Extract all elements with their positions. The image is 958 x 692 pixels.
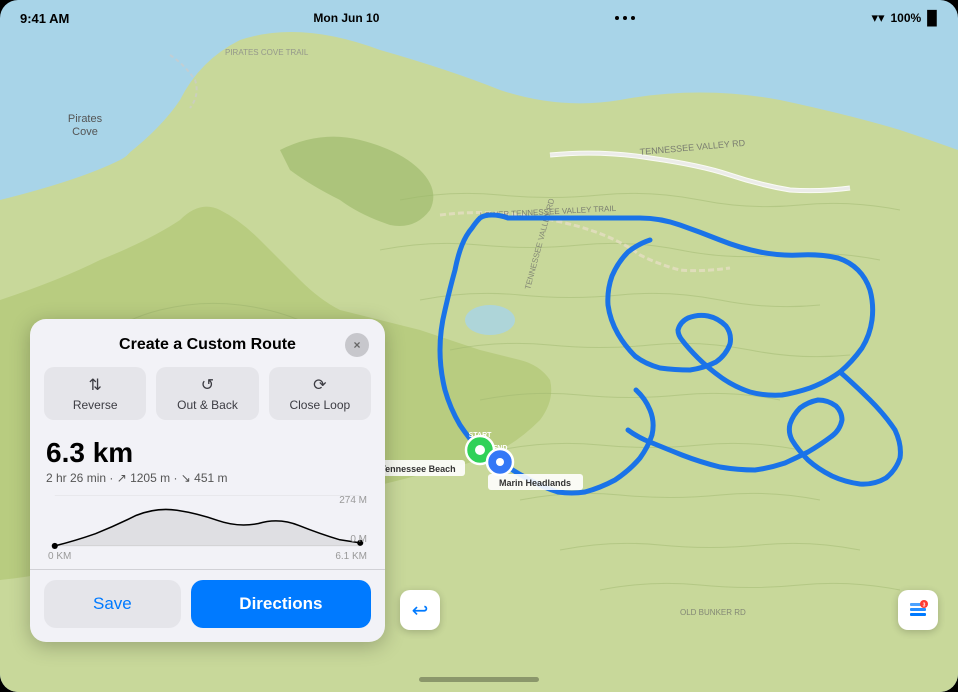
status-time: 9:41 AM (20, 11, 69, 26)
close-button[interactable]: × (345, 333, 369, 357)
elevation-start-label: 0 KM (48, 551, 71, 562)
battery-percentage: 100% (891, 11, 922, 25)
dot-1 (615, 16, 619, 20)
route-stats: 6.3 km 2 hr 26 min · ↗ 1205 m · ↘ 451 m (30, 432, 385, 489)
close-loop-label: Close Loop (289, 398, 350, 412)
directions-button[interactable]: Directions (191, 580, 371, 628)
elevation-x-labels: 0 KM 6.1 KM (46, 551, 369, 562)
svg-text:Tennessee Beach: Tennessee Beach (380, 464, 455, 474)
save-button[interactable]: Save (44, 580, 181, 628)
svg-text:END: END (493, 445, 508, 452)
status-bar: 9:41 AM Mon Jun 10 ▾▾ 100% ▉ (0, 0, 958, 36)
svg-text:Cove: Cove (72, 126, 98, 138)
svg-text:PIRATES COVE TRAIL: PIRATES COVE TRAIL (225, 48, 309, 57)
route-sub-stats: 2 hr 26 min · ↗ 1205 m · ↘ 451 m (46, 471, 369, 485)
status-date: Mon Jun 10 (313, 11, 379, 25)
layers-control: 3 (898, 590, 938, 630)
reverse-label: Reverse (73, 398, 118, 412)
home-indicator (419, 677, 539, 682)
wifi-icon: ▾▾ (871, 10, 884, 26)
dot-2 (623, 16, 627, 20)
elevation-chart: 274 M 0 M 0 KM 6.1 KM (30, 489, 385, 569)
reverse-button[interactable]: ⇅ Reverse (44, 367, 146, 420)
close-loop-button[interactable]: ⟳ Close Loop (269, 367, 371, 420)
elevation-min-label: 0 M (350, 534, 367, 545)
reverse-icon: ⇅ (88, 375, 101, 395)
close-loop-icon: ⟳ (313, 375, 326, 395)
route-card: Create a Custom Route × ⇅ Reverse ↺ Out … (30, 319, 385, 642)
device-frame: TENNESSEE VALLEY RD LOWER TENNESSEE VALL… (0, 0, 958, 692)
status-right: ▾▾ 100% ▉ (871, 10, 938, 27)
route-card-header: Create a Custom Route × (30, 319, 385, 367)
svg-text:Pirates: Pirates (68, 113, 103, 125)
undo-button[interactable]: ↩ (400, 590, 440, 630)
elevation-y-labels: 274 M 0 M (339, 495, 367, 545)
undo-control: ↩ (400, 590, 440, 630)
svg-text:3: 3 (923, 603, 926, 609)
dot-3 (631, 16, 635, 20)
route-card-title: Create a Custom Route (70, 336, 345, 354)
elevation-end-label: 6.1 KM (335, 551, 367, 562)
status-center-dots (615, 16, 635, 20)
svg-text:OLD BUNKER RD: OLD BUNKER RD (680, 608, 746, 617)
elevation-max-label: 274 M (339, 495, 367, 506)
route-distance: 6.3 km (46, 438, 369, 469)
svg-text:Marin Headlands: Marin Headlands (499, 478, 571, 488)
out-back-label: Out & Back (177, 398, 238, 412)
elevation-chart-svg (46, 495, 369, 551)
out-back-button[interactable]: ↺ Out & Back (156, 367, 258, 420)
battery-icon: ▉ (927, 10, 938, 27)
out-back-icon: ↺ (201, 375, 214, 395)
layers-button[interactable]: 3 (898, 590, 938, 630)
route-actions: ⇅ Reverse ↺ Out & Back ⟳ Close Loop (30, 367, 385, 432)
svg-text:START: START (469, 432, 493, 439)
route-bottom-buttons: Save Directions (30, 569, 385, 642)
